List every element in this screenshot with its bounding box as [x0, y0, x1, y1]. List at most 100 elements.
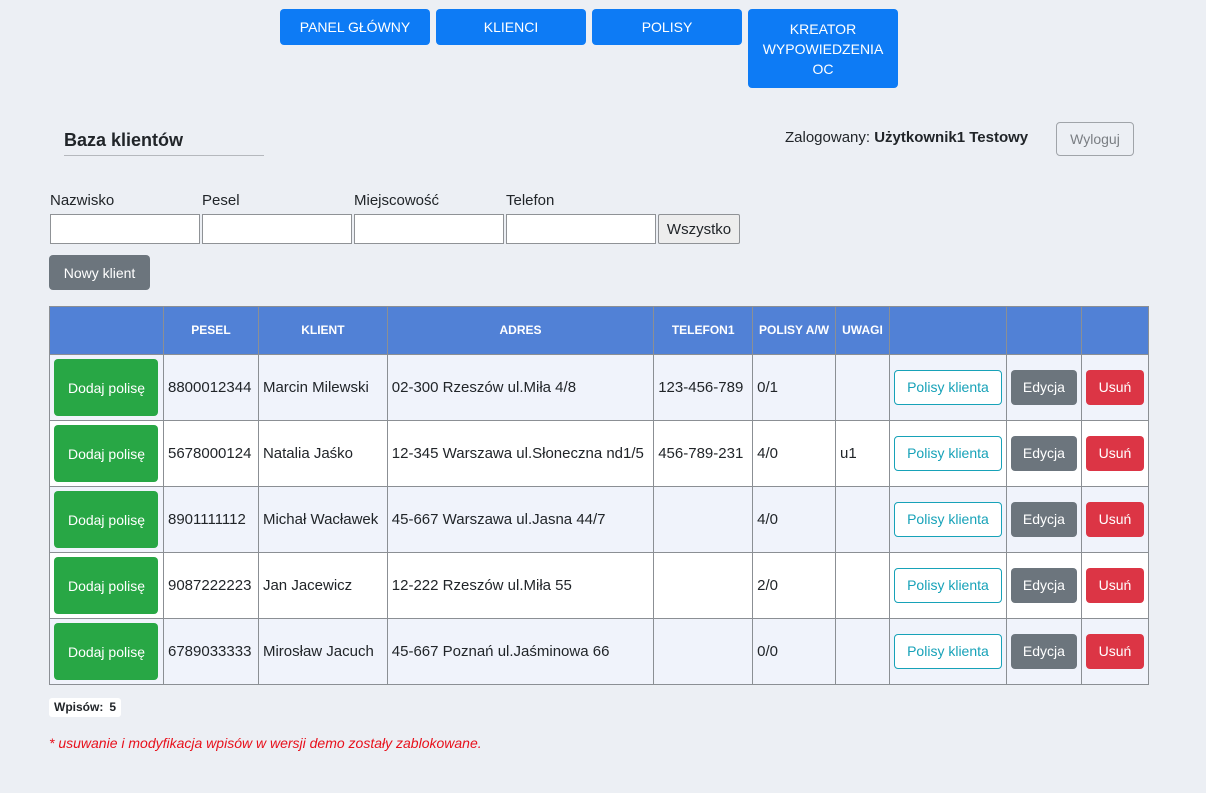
edit-button[interactable]: Edycja: [1010, 634, 1077, 669]
logout-button[interactable]: Wyloguj: [1056, 122, 1134, 156]
user-name: Użytkownik1 Testowy: [874, 129, 1029, 146]
edit-button[interactable]: Edycja: [1010, 502, 1077, 537]
policies-cell: 4/0: [752, 486, 836, 553]
policies-cell: 4/0: [752, 420, 836, 487]
edit-cell: Edycja: [1005, 486, 1082, 553]
entry-count-badge: Wpisów: 5: [49, 698, 122, 717]
table-row: Dodaj polisę 6789033333 Mirosław Jacuch …: [49, 618, 1150, 685]
phone-cell: 456-789-231: [653, 420, 754, 487]
delete-cell: Usuń: [1080, 552, 1150, 619]
nav-klienci-button[interactable]: KLIENCI: [436, 9, 586, 45]
delete-button[interactable]: Usuń: [1085, 568, 1144, 603]
edit-button[interactable]: Edycja: [1010, 568, 1077, 603]
client-cell: Michał Wacławek: [257, 486, 388, 553]
client-cell: Natalia Jaśko: [257, 420, 388, 487]
edit-button[interactable]: Edycja: [1010, 436, 1077, 471]
new-client-button[interactable]: Nowy klient: [49, 255, 150, 290]
address-cell: 45-667 Warszawa ul.Jasna 44/7: [386, 486, 655, 553]
phone-label: Telefon: [506, 192, 555, 209]
add-policy-cell: Dodaj polisę: [49, 354, 164, 421]
add-policy-cell: Dodaj polisę: [49, 420, 164, 487]
address-cell: 45-667 Poznań ul.Jaśminowa 66: [386, 618, 655, 685]
pesel-cell: 5678000124: [162, 420, 259, 487]
notes-cell: [835, 354, 890, 421]
pesel-cell: 9087222223: [162, 552, 259, 619]
column-header-policies: POLISY A/W: [752, 306, 836, 355]
table-header-row: PESEL KLIENT ADRES TELEFON1 POLISY A/W U…: [49, 306, 1150, 355]
phone-cell: [653, 618, 754, 685]
pesel-label: Pesel: [202, 192, 240, 209]
notes-cell: u1: [835, 420, 890, 487]
column-header-notes: UWAGI: [835, 306, 890, 355]
surname-input[interactable]: [50, 214, 200, 244]
page-title: Baza klientów: [64, 130, 184, 150]
pesel-cell: 8901111112: [162, 486, 259, 553]
policies-cell: 0/1: [752, 354, 836, 421]
client-cell: Jan Jacewicz: [257, 552, 388, 619]
client-policies-button[interactable]: Polisy klienta: [893, 634, 1002, 669]
notes-cell: [835, 552, 890, 619]
pesel-cell: 8800012344: [162, 354, 259, 421]
nav-kreator-button[interactable]: KREATOR WYPOWIEDZENIA OC: [748, 9, 898, 88]
add-policy-button[interactable]: Dodaj polisę: [54, 425, 159, 482]
phone-input[interactable]: [506, 214, 656, 244]
table-row: Dodaj polisę 8800012344 Marcin Milewski …: [49, 354, 1150, 421]
address-cell: 12-345 Warszawa ul.Słoneczna nd1/5: [386, 420, 655, 487]
address-cell: 02-300 Rzeszów ul.Miła 4/8: [386, 354, 655, 421]
edit-button[interactable]: Edycja: [1010, 370, 1077, 405]
column-header-actions: [49, 306, 164, 355]
edit-cell: Edycja: [1005, 354, 1082, 421]
table-row: Dodaj polisę 5678000124 Natalia Jaśko 12…: [49, 420, 1150, 487]
add-policy-button[interactable]: Dodaj polisę: [54, 557, 159, 614]
notes-cell: [835, 618, 890, 685]
client-policies-button[interactable]: Polisy klienta: [893, 370, 1002, 405]
column-header-client: KLIENT: [257, 306, 388, 355]
client-policies-cell: Polisy klienta: [888, 354, 1007, 421]
logged-user-info: Zalogowany: Użytkownik1 Testowy: [785, 129, 1028, 146]
edit-cell: Edycja: [1005, 420, 1082, 487]
client-policies-button[interactable]: Polisy klienta: [893, 568, 1002, 603]
phone-cell: 123-456-789: [653, 354, 754, 421]
column-header-phone: TELEFON1: [653, 306, 754, 355]
delete-button[interactable]: Usuń: [1085, 436, 1144, 471]
city-input[interactable]: [354, 214, 504, 244]
nav-polisy-button[interactable]: POLISY: [592, 9, 742, 45]
client-policies-button[interactable]: Polisy klienta: [893, 502, 1002, 537]
add-policy-button[interactable]: Dodaj polisę: [54, 359, 159, 416]
table-row: Dodaj polisę 9087222223 Jan Jacewicz 12-…: [49, 552, 1150, 619]
client-cell: Mirosław Jacuch: [257, 618, 388, 685]
delete-button[interactable]: Usuń: [1085, 502, 1144, 537]
column-header-delete: [1080, 306, 1150, 355]
demo-notice: * usuwanie i modyfikacja wpisów w wersji…: [49, 735, 482, 751]
client-policies-cell: Polisy klienta: [888, 486, 1007, 553]
logged-prefix: Zalogowany:: [785, 129, 875, 146]
client-policies-cell: Polisy klienta: [888, 552, 1007, 619]
policies-cell: 0/0: [752, 618, 836, 685]
add-policy-button[interactable]: Dodaj polisę: [54, 491, 159, 548]
client-cell: Marcin Milewski: [257, 354, 388, 421]
delete-cell: Usuń: [1080, 420, 1150, 487]
pesel-cell: 6789033333: [162, 618, 259, 685]
phone-cell: [653, 486, 754, 553]
address-cell: 12-222 Rzeszów ul.Miła 55: [386, 552, 655, 619]
client-policies-button[interactable]: Polisy klienta: [893, 436, 1002, 471]
add-policy-cell: Dodaj polisę: [49, 552, 164, 619]
delete-cell: Usuń: [1080, 618, 1150, 685]
table-row: Dodaj polisę 8901111112 Michał Wacławek …: [49, 486, 1150, 553]
show-all-button[interactable]: Wszystko: [658, 214, 740, 244]
edit-cell: Edycja: [1005, 618, 1082, 685]
delete-button[interactable]: Usuń: [1085, 634, 1144, 669]
edit-cell: Edycja: [1005, 552, 1082, 619]
notes-cell: [835, 486, 890, 553]
delete-button[interactable]: Usuń: [1085, 370, 1144, 405]
entry-count-label: Wpisów:: [54, 700, 104, 714]
column-header-address: ADRES: [386, 306, 655, 355]
add-policy-cell: Dodaj polisę: [49, 486, 164, 553]
title-underline: [64, 155, 264, 156]
phone-cell: [653, 552, 754, 619]
column-header-edit: [1005, 306, 1082, 355]
pesel-input[interactable]: [202, 214, 352, 244]
add-policy-button[interactable]: Dodaj polisę: [54, 623, 159, 680]
nav-panel-glowny-button[interactable]: PANEL GŁÓWNY: [280, 9, 430, 45]
client-policies-cell: Polisy klienta: [888, 618, 1007, 685]
